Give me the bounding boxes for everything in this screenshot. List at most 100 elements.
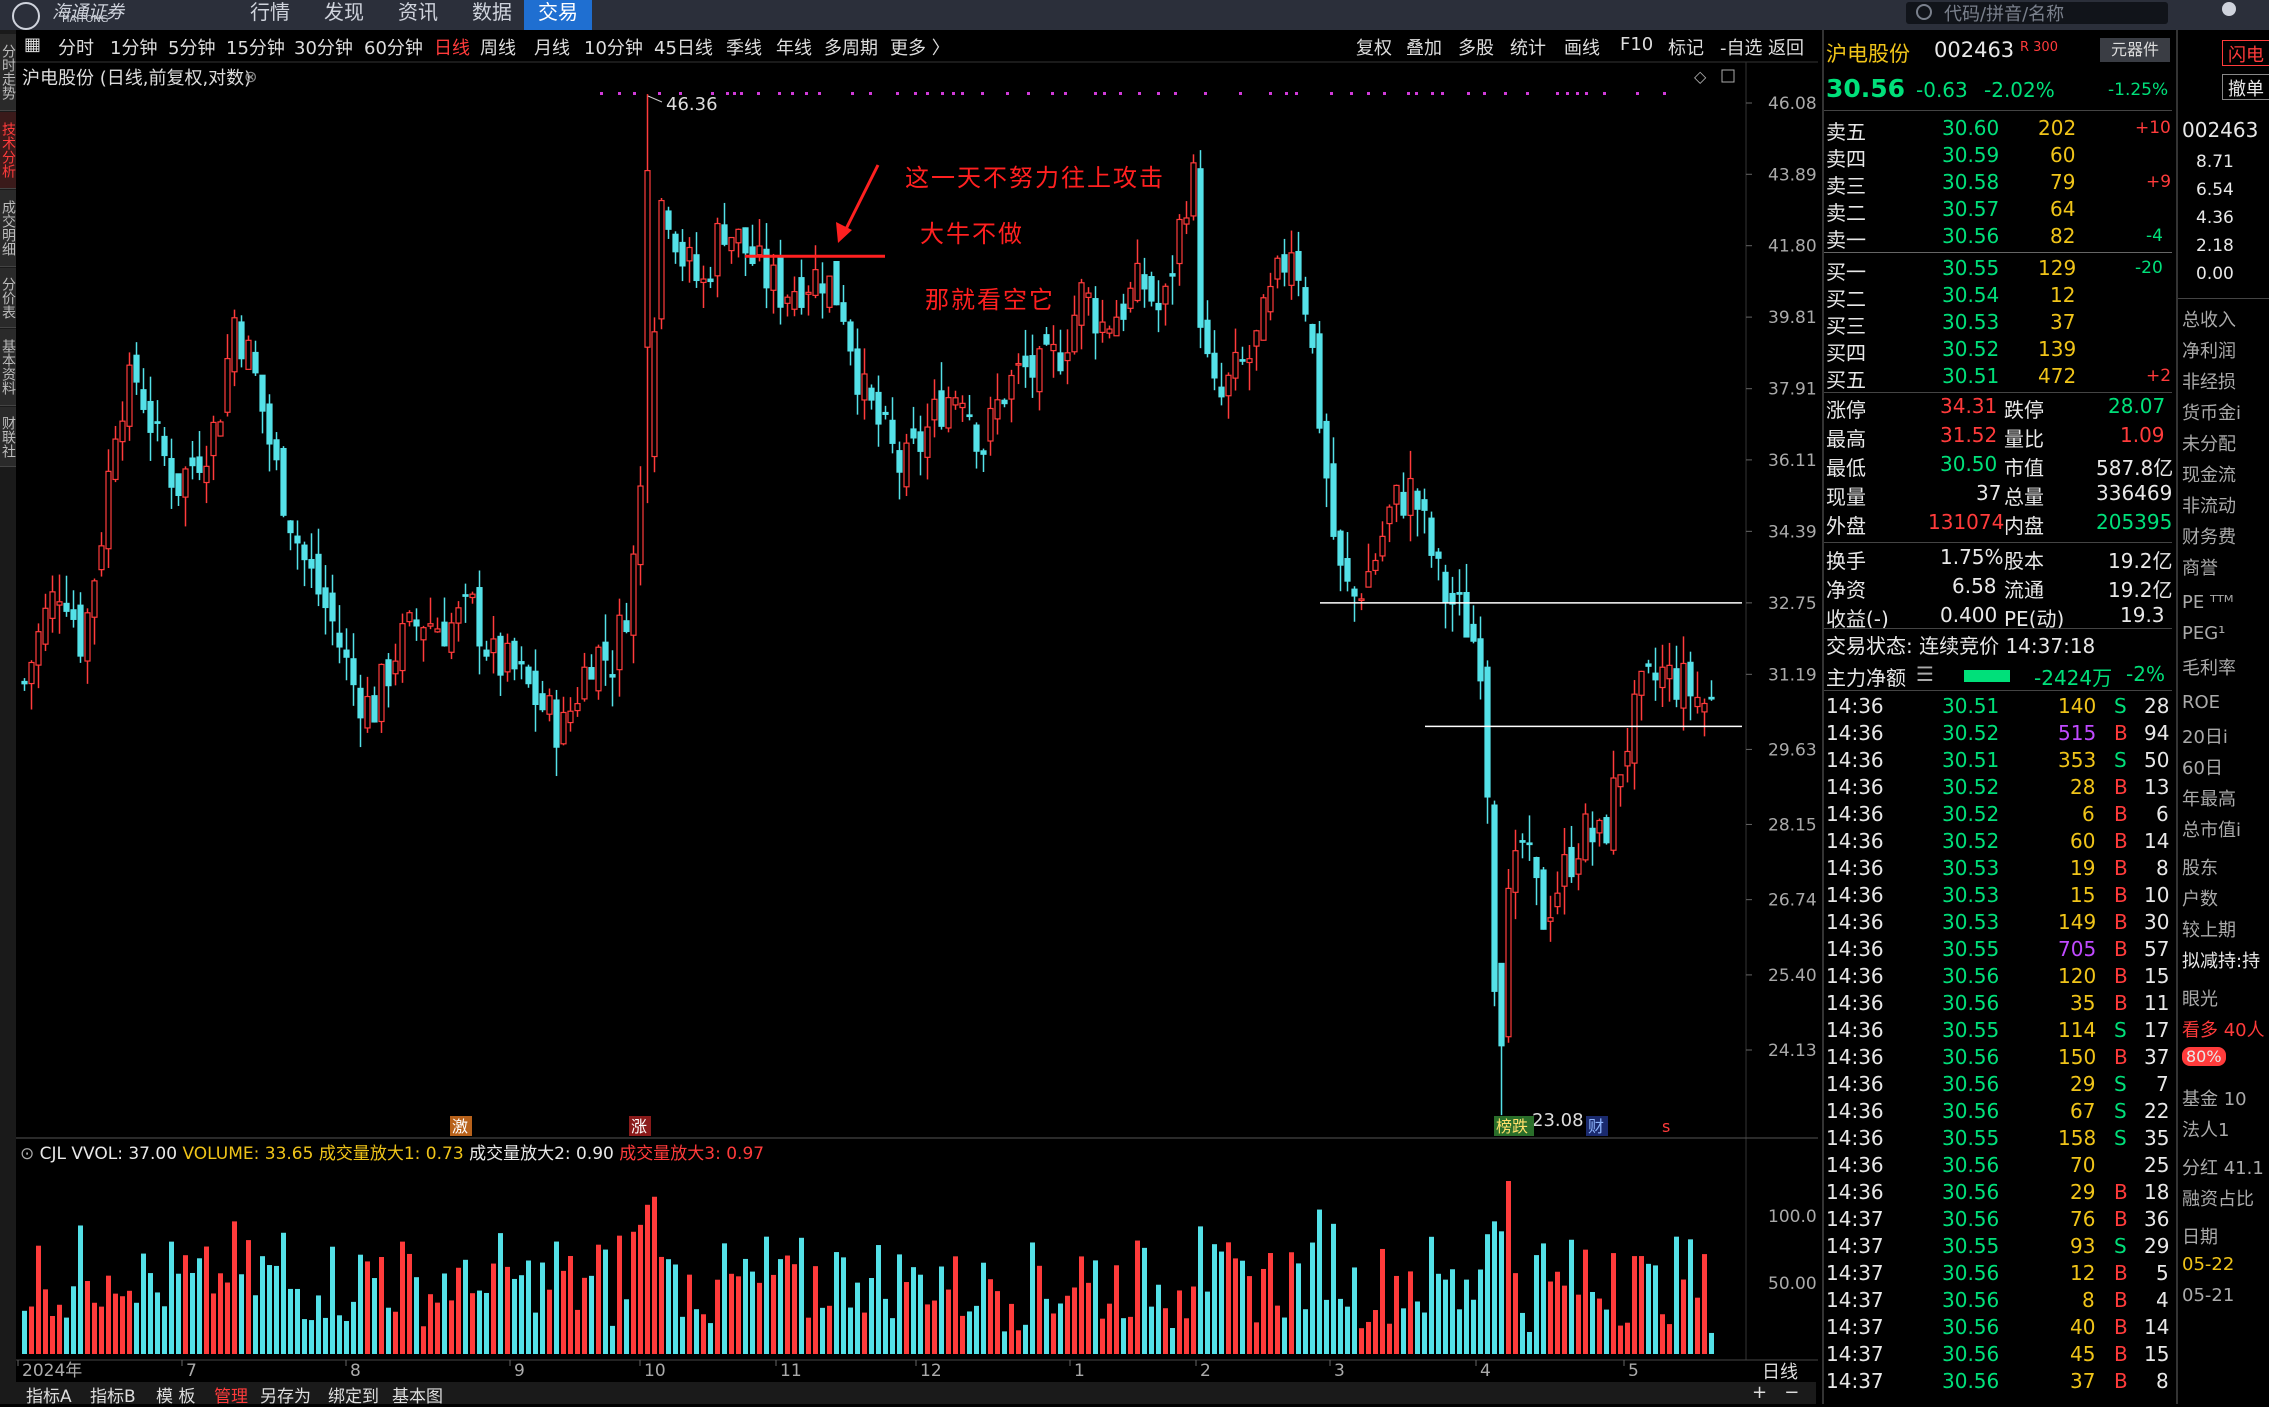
candle[interactable]: [308, 533, 315, 589]
candle[interactable]: [161, 427, 168, 466]
candle[interactable]: [1106, 325, 1113, 339]
side-item[interactable]: 净利润: [2182, 337, 2236, 363]
candle[interactable]: [511, 637, 518, 681]
candle[interactable]: [518, 646, 525, 680]
candle[interactable]: [1239, 346, 1246, 365]
candle[interactable]: [595, 644, 602, 700]
candle[interactable]: [980, 448, 987, 472]
bottom-tab-1[interactable]: 指标B: [90, 1382, 136, 1407]
candle[interactable]: [273, 432, 280, 471]
candle[interactable]: [805, 285, 812, 316]
side-item[interactable]: ROE: [2182, 692, 2220, 713]
candle[interactable]: [91, 578, 98, 645]
ask-price[interactable]: 30.58: [1942, 170, 1999, 194]
side-item[interactable]: 股东: [2182, 854, 2218, 880]
candle[interactable]: [1351, 586, 1358, 622]
candle[interactable]: [1568, 825, 1575, 883]
side-item[interactable]: 法人1: [2182, 1116, 2229, 1142]
candle[interactable]: [70, 590, 77, 628]
candle[interactable]: [497, 632, 504, 696]
candle[interactable]: [350, 633, 357, 706]
candle[interactable]: [1281, 238, 1288, 287]
candle[interactable]: [1148, 271, 1155, 307]
tag-s[interactable]: s: [1662, 1117, 1670, 1136]
candle[interactable]: [1295, 231, 1302, 297]
candle[interactable]: [434, 617, 441, 633]
candle[interactable]: [1708, 680, 1715, 701]
list-icon[interactable]: ☰: [1916, 662, 1934, 686]
candle[interactable]: [231, 309, 238, 387]
candle[interactable]: [329, 574, 336, 646]
side-item[interactable]: 年最高: [2182, 785, 2236, 811]
candle[interactable]: [483, 640, 490, 661]
candle[interactable]: [714, 217, 721, 298]
bid-price[interactable]: 30.55: [1942, 256, 1999, 280]
candle[interactable]: [812, 245, 819, 299]
bottom-tab-3[interactable]: 管理: [214, 1382, 248, 1407]
side-item[interactable]: 非流动: [2182, 492, 2236, 518]
candle[interactable]: [1484, 660, 1491, 824]
candle[interactable]: [1057, 329, 1064, 375]
tag-ji[interactable]: 激: [452, 1117, 468, 1136]
candle[interactable]: [1610, 750, 1617, 855]
side-item[interactable]: 非经损: [2182, 368, 2236, 394]
candle[interactable]: [1365, 543, 1372, 588]
candle[interactable]: [588, 654, 595, 680]
candle[interactable]: [1589, 811, 1596, 866]
candle[interactable]: [21, 678, 28, 691]
side-item[interactable]: 毛利率: [2182, 654, 2236, 680]
candle[interactable]: [462, 583, 469, 623]
side-item[interactable]: 总收入: [2182, 306, 2236, 332]
candle[interactable]: [1407, 450, 1414, 542]
candle[interactable]: [1687, 651, 1694, 721]
candle[interactable]: [448, 612, 455, 660]
candle[interactable]: [1043, 326, 1050, 346]
candle[interactable]: [112, 425, 119, 483]
top-menu-2[interactable]: 资讯: [384, 0, 452, 30]
side-item[interactable]: 看多 40人: [2182, 1016, 2265, 1042]
candle[interactable]: [749, 224, 756, 266]
candle[interactable]: [1603, 814, 1610, 845]
candle[interactable]: [1134, 239, 1141, 303]
candle[interactable]: [1211, 330, 1218, 391]
candle[interactable]: [903, 433, 910, 497]
candle[interactable]: [259, 374, 266, 434]
candle[interactable]: [1232, 328, 1239, 391]
candle[interactable]: [1554, 871, 1561, 915]
side-item[interactable]: 分红 41.1: [2182, 1154, 2264, 1180]
candle[interactable]: [1414, 488, 1421, 537]
candle[interactable]: [147, 376, 154, 461]
candle[interactable]: [1505, 868, 1512, 1043]
candle[interactable]: [1561, 827, 1568, 915]
candle[interactable]: [826, 275, 833, 313]
candle[interactable]: [28, 660, 35, 710]
tag-bang[interactable]: 榜跌: [1496, 1117, 1528, 1136]
zoom-controls[interactable]: + −: [1752, 1382, 1799, 1403]
candle[interactable]: [1533, 856, 1540, 906]
candle[interactable]: [686, 237, 693, 283]
candle[interactable]: [1288, 230, 1295, 300]
top-menu-4[interactable]: 交易: [524, 0, 592, 30]
candle[interactable]: [728, 236, 735, 264]
flash-button[interactable]: 闪电: [2222, 40, 2269, 66]
candle[interactable]: [1645, 659, 1652, 674]
candle[interactable]: [1120, 293, 1127, 332]
candle[interactable]: [658, 197, 665, 330]
candle[interactable]: [1162, 283, 1169, 326]
candle[interactable]: [224, 334, 231, 417]
candle[interactable]: [1512, 829, 1519, 920]
candle[interactable]: [875, 375, 882, 447]
candle[interactable]: [1638, 670, 1645, 721]
candle[interactable]: [1386, 504, 1393, 543]
candle[interactable]: [1260, 294, 1267, 341]
candle[interactable]: [735, 228, 742, 258]
side-item[interactable]: 眼光: [2182, 985, 2218, 1011]
candle[interactable]: [133, 342, 140, 395]
side-item[interactable]: 货币金i: [2182, 399, 2241, 425]
side-item[interactable]: 日期: [2182, 1223, 2218, 1249]
candle[interactable]: [784, 294, 791, 317]
side-item[interactable]: 户数: [2182, 885, 2218, 911]
candle[interactable]: [98, 532, 105, 577]
bid-price[interactable]: 30.53: [1942, 310, 1999, 334]
candle[interactable]: [1113, 299, 1120, 337]
